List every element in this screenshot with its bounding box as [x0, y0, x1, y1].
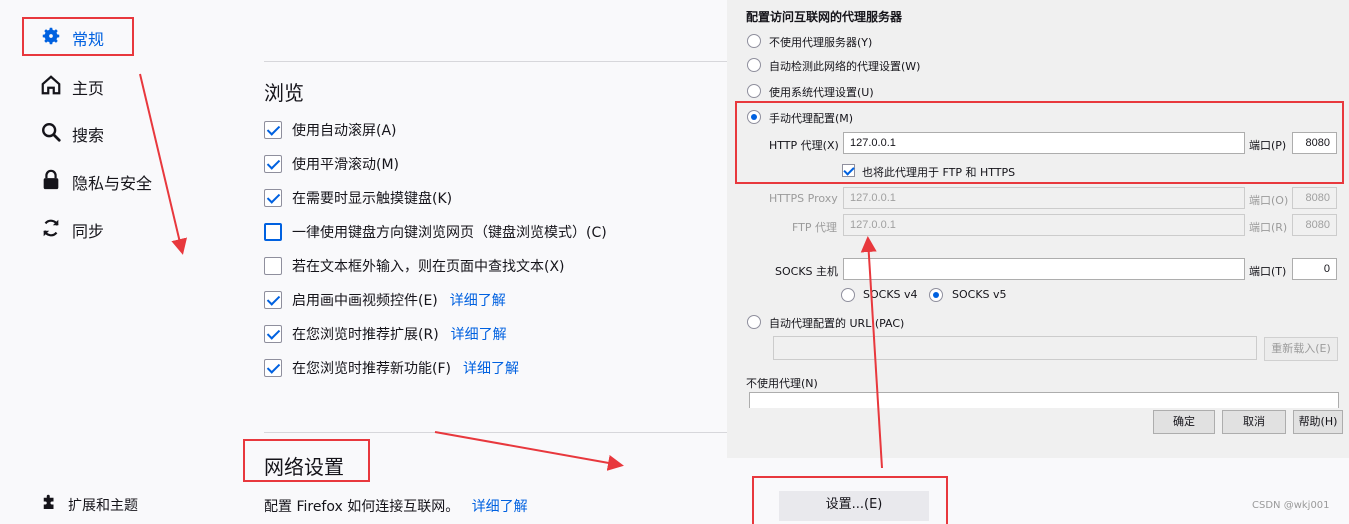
arrow-up-to-proxy — [860, 236, 883, 469]
arrow-network-right — [434, 431, 624, 471]
annotation-arrows — [139, 73, 883, 471]
arrow-sidebar-down — [139, 73, 188, 255]
